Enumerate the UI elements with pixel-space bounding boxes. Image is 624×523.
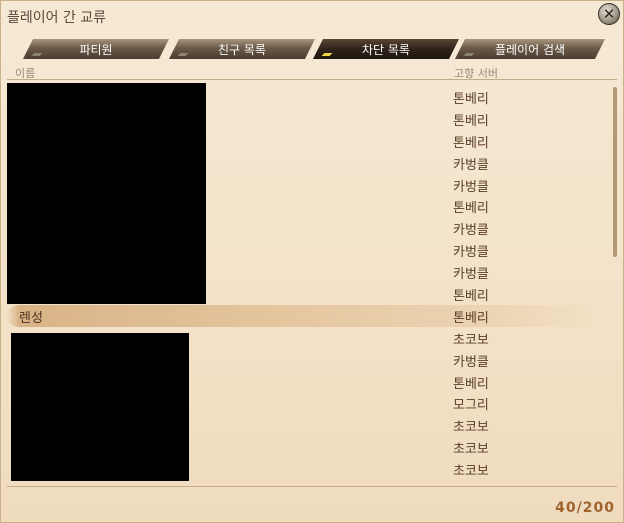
home-server: 초코보 bbox=[453, 332, 489, 348]
home-server: 초코보 bbox=[453, 464, 489, 480]
tab-label: 차단 목록 bbox=[362, 42, 410, 57]
home-server: 카벙클 bbox=[453, 157, 489, 173]
home-server: 톤베리 bbox=[453, 92, 489, 107]
tab-marker-icon bbox=[32, 53, 43, 56]
close-button[interactable]: ✕ bbox=[598, 3, 620, 25]
home-server: 톤베리 bbox=[453, 310, 489, 326]
home-server: 톤베리 bbox=[453, 289, 489, 305]
tab-player-search[interactable]: 플레이어 검색 bbox=[455, 39, 605, 59]
home-server: 초코보 bbox=[453, 442, 489, 458]
home-server: 톤베리 bbox=[453, 135, 489, 151]
home-server: 카벙클 bbox=[453, 354, 489, 370]
player-name: 렌성 bbox=[19, 310, 43, 326]
tab-friend-list[interactable]: 친구 목록 bbox=[169, 39, 315, 59]
redacted-names-block bbox=[7, 83, 206, 304]
home-server: 카벙클 bbox=[453, 179, 489, 195]
list-item-selected[interactable]: 렌성 톤베리 bbox=[7, 304, 605, 327]
redacted-names-block bbox=[11, 333, 189, 481]
tab-label: 친구 목록 bbox=[218, 42, 266, 57]
scrollbar[interactable] bbox=[613, 87, 617, 257]
home-server: 톤베리 bbox=[453, 376, 489, 392]
home-server: 톤베리 bbox=[453, 201, 489, 217]
header-divider bbox=[7, 79, 617, 80]
tab-marker-icon bbox=[464, 53, 475, 56]
footer-divider bbox=[7, 486, 617, 487]
tab-label: 플레이어 검색 bbox=[494, 42, 566, 57]
home-server: 모그리 bbox=[453, 398, 489, 414]
home-server: 카벙클 bbox=[453, 245, 489, 261]
tab-label: 파티원 bbox=[79, 42, 113, 57]
tab-block-list[interactable]: 차단 목록 bbox=[313, 39, 459, 59]
block-count: 40/200 bbox=[555, 500, 615, 516]
tab-party-members[interactable]: 파티원 bbox=[23, 39, 169, 59]
home-server: 톤베리 bbox=[453, 113, 489, 129]
close-icon: ✕ bbox=[602, 4, 616, 23]
tab-marker-icon bbox=[178, 53, 189, 56]
tab-bar: 파티원 친구 목록 차단 목록 플레이어 검색 bbox=[23, 39, 605, 59]
tab-marker-icon bbox=[322, 53, 333, 56]
home-server: 초코보 bbox=[453, 420, 489, 436]
window-title: 플레이어 간 교류 bbox=[7, 10, 107, 26]
player-interaction-window: 플레이어 간 교류 ✕ 파티원 친구 목록 차단 목록 플레이어 검색 이름 고… bbox=[0, 0, 624, 523]
home-server: 카벙클 bbox=[453, 223, 489, 239]
home-server: 카벙클 bbox=[453, 267, 489, 283]
